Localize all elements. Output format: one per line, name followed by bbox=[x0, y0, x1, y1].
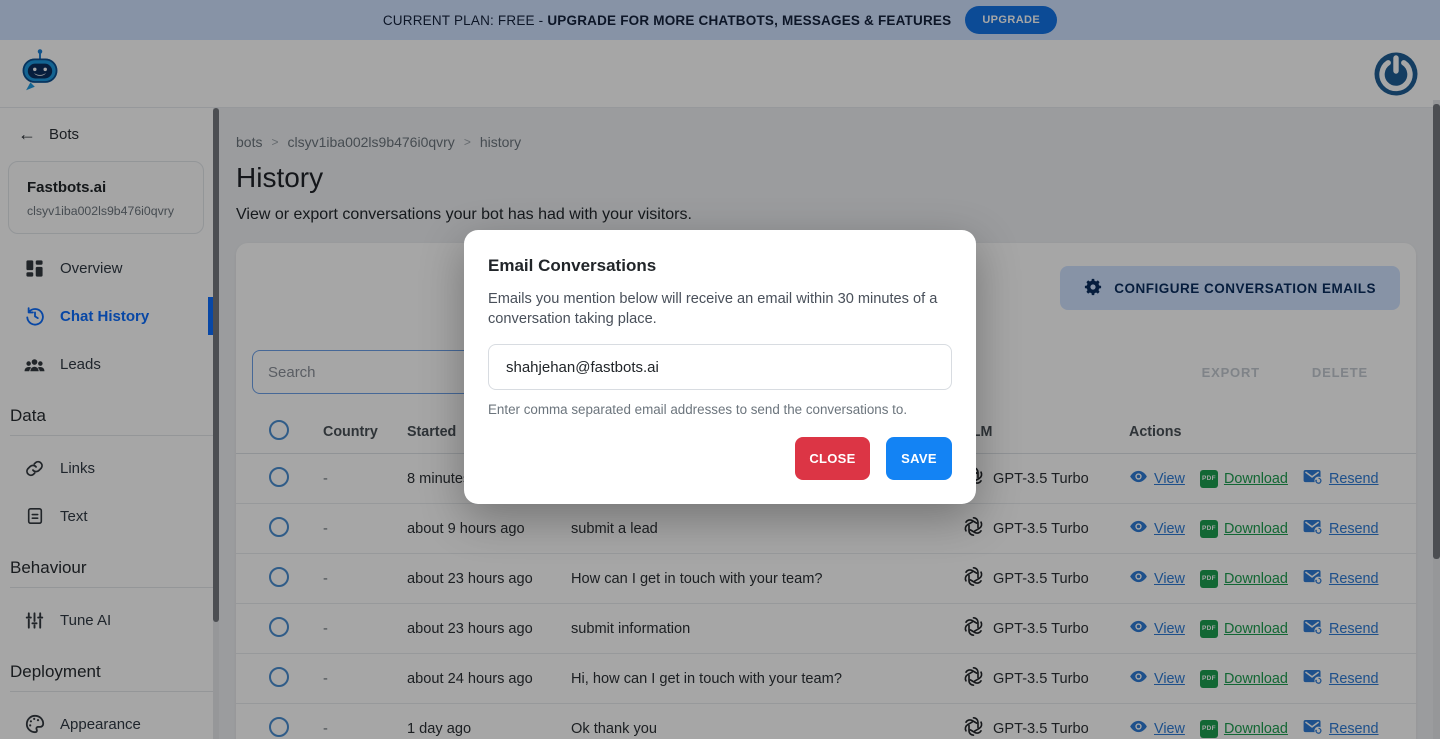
modal-helper-text: Enter comma separated email addresses to… bbox=[488, 402, 952, 417]
email-addresses-input[interactable] bbox=[488, 344, 952, 390]
modal-description: Emails you mention below will receive an… bbox=[488, 289, 940, 329]
modal-title: Email Conversations bbox=[488, 256, 952, 276]
email-conversations-modal: Email Conversations Emails you mention b… bbox=[464, 230, 976, 504]
app: CURRENT PLAN: FREE - UPGRADE FOR MORE CH… bbox=[0, 0, 1440, 739]
modal-buttons: CLOSE SAVE bbox=[488, 437, 952, 480]
close-button[interactable]: CLOSE bbox=[795, 437, 870, 480]
save-button[interactable]: SAVE bbox=[886, 437, 952, 480]
